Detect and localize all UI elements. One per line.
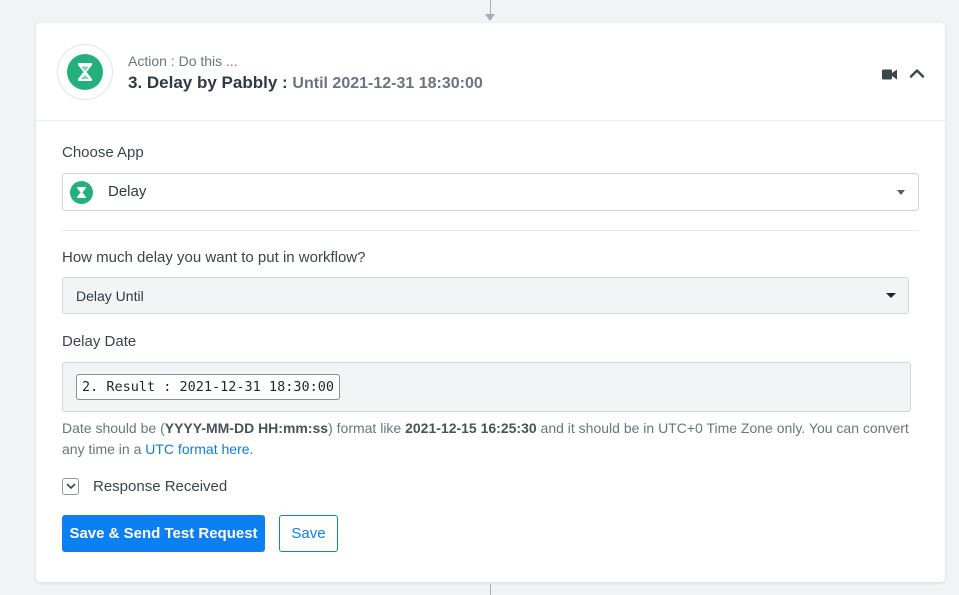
help-text-part: Date should be ( xyxy=(62,420,165,436)
choose-app-label: Choose App xyxy=(62,144,144,161)
app-logo-ring xyxy=(57,44,113,100)
caret-down-icon xyxy=(886,293,896,298)
video-camera-icon[interactable] xyxy=(882,67,897,85)
step-header[interactable]: Action : Do this ... 3. Delay by Pabbly … xyxy=(36,23,945,121)
delay-type-label: How much delay you want to put in workfl… xyxy=(62,249,366,266)
save-button[interactable]: Save xyxy=(279,515,338,552)
choose-app-select[interactable]: Delay xyxy=(62,173,919,211)
chevron-up-icon[interactable] xyxy=(909,66,925,84)
mapped-field-token[interactable]: 2. Result : 2021-12-31 18:30:00 xyxy=(76,374,340,400)
caret-down-icon xyxy=(897,190,905,195)
section-divider xyxy=(62,230,919,231)
action-step-card: Action : Do this ... 3. Delay by Pabbly … xyxy=(36,23,945,582)
hourglass-icon xyxy=(70,181,93,204)
chevron-down-icon xyxy=(66,483,75,489)
choose-app-value: Delay xyxy=(108,183,147,200)
delay-type-value: Delay Until xyxy=(76,288,144,304)
save-send-test-button[interactable]: Save & Send Test Request xyxy=(62,515,265,552)
delay-type-select[interactable]: Delay Until xyxy=(62,277,909,314)
help-text-example: 2021-12-15 16:25:30 xyxy=(405,420,537,436)
response-received-label[interactable]: Response Received xyxy=(93,478,227,495)
step-title-suffix: Until 2021-12-31 18:30:00 xyxy=(292,75,483,92)
flow-connector-arrow-icon xyxy=(485,14,495,21)
delay-date-field[interactable]: 2. Result : 2021-12-31 18:30:00 xyxy=(62,362,911,412)
step-title: 3. Delay by Pabbly : Until 2021-12-31 18… xyxy=(128,73,483,93)
delay-date-help-text: Date should be (YYYY-MM-DD HH:mm:ss) for… xyxy=(62,418,912,460)
response-toggle[interactable] xyxy=(62,478,79,495)
help-text-format: YYYY-MM-DD HH:mm:ss xyxy=(164,420,329,436)
step-title-text: 3. Delay by Pabbly : xyxy=(128,73,288,92)
help-text-part: ) format like xyxy=(328,420,406,436)
utc-format-link[interactable]: UTC format here. xyxy=(145,441,253,457)
hourglass-icon xyxy=(67,54,103,90)
step-subtitle: Action : Do this ... xyxy=(128,53,238,69)
delay-date-label: Delay Date xyxy=(62,333,137,350)
flow-connector-line xyxy=(490,584,491,595)
